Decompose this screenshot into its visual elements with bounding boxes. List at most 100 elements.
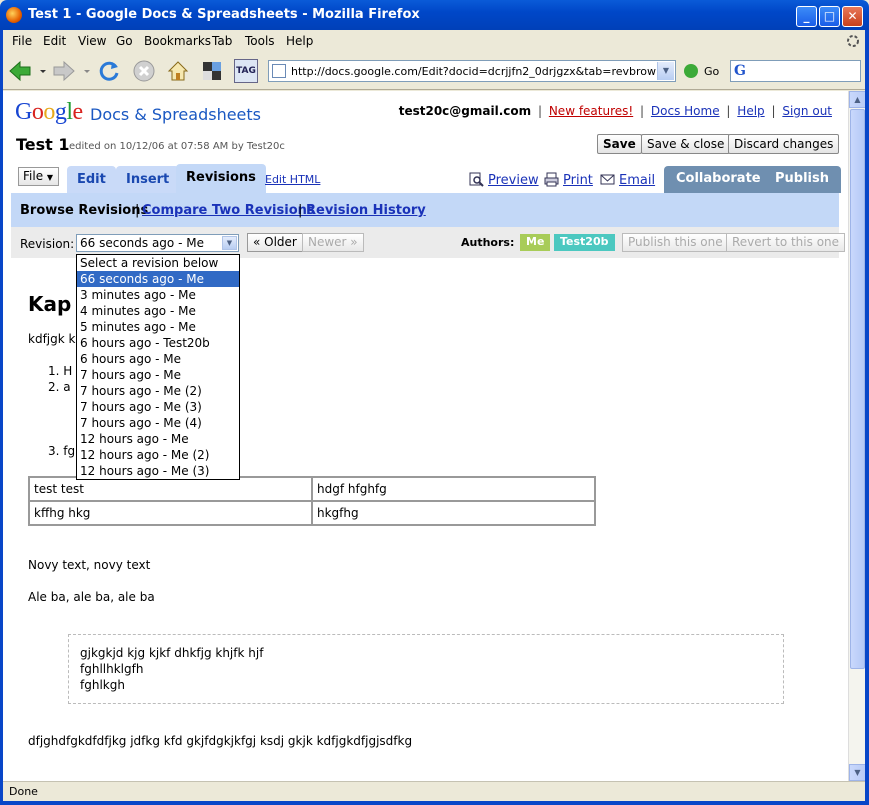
revision-option-selected[interactable]: 66 seconds ago - Me (77, 271, 239, 287)
search-bar[interactable]: G (730, 60, 861, 82)
revision-option[interactable]: 7 hours ago - Me (77, 367, 239, 383)
home-icon[interactable] (166, 59, 190, 83)
revision-history-link[interactable]: Revision History (306, 203, 426, 218)
chevron-down-icon: ▼ (46, 173, 54, 182)
google-search-icon: G (734, 63, 746, 79)
menu-bar: File Edit View Go Bookmarks Tab Tools He… (0, 30, 869, 52)
forward-arrow-icon[interactable] (52, 59, 76, 83)
print-link[interactable]: Print (544, 172, 593, 188)
maximize-button[interactable]: □ (819, 6, 840, 27)
revision-select-value: 66 seconds ago - Me (80, 236, 204, 250)
author-badge-me: Me (520, 234, 551, 251)
scroll-up-icon[interactable]: ▲ (849, 91, 866, 108)
revision-option[interactable]: 6 hours ago - Test20b (77, 335, 239, 351)
revision-label: Revision: (20, 237, 75, 251)
menu-tab[interactable]: Tab (212, 34, 232, 48)
tab-edit[interactable]: Edit (67, 166, 116, 193)
menu-tools[interactable]: Tools (245, 34, 275, 48)
revision-option[interactable]: Select a revision below (77, 255, 239, 271)
revision-option[interactable]: 12 hours ago - Me (3) (77, 463, 239, 479)
url-dropdown-icon[interactable]: ▼ (657, 62, 674, 80)
doc-paragraph: dfjghdfgkdfdfjkg jdfkg kfd gkjfdgkjkfgj … (28, 734, 413, 748)
edit-info: edited on 10/12/06 at 07:58 AM by Test20… (69, 141, 285, 152)
menu-help[interactable]: Help (286, 34, 313, 48)
older-button[interactable]: « Older (247, 233, 303, 252)
code-block: gjkgkjd kjg kjkf dhkfjg khjfk hjf fghllh… (68, 634, 784, 704)
envelope-icon (600, 174, 615, 185)
code-line: fghllhklgfh (80, 662, 144, 676)
help-link[interactable]: Help (737, 104, 764, 118)
collaborate-tab[interactable]: Collaborate (664, 166, 773, 193)
bookmarklet-icon[interactable] (200, 59, 224, 83)
firefox-icon (6, 7, 22, 23)
menu-go[interactable]: Go (116, 34, 133, 48)
menu-bookmarks[interactable]: Bookmarks (144, 34, 211, 48)
revision-option[interactable]: 3 minutes ago - Me (77, 287, 239, 303)
revision-option[interactable]: 12 hours ago - Me (77, 431, 239, 447)
revision-option[interactable]: 5 minutes ago - Me (77, 319, 239, 335)
new-features-link[interactable]: New features! (549, 104, 633, 118)
go-arrow-icon[interactable] (684, 64, 698, 78)
back-arrow-icon[interactable] (8, 59, 32, 83)
url-bar[interactable]: ▼ (268, 60, 676, 82)
tab-revisions[interactable]: Revisions (176, 164, 266, 193)
minimize-button[interactable]: _ (796, 6, 817, 27)
tag-icon[interactable]: TAG (234, 59, 258, 83)
menu-file[interactable]: File (12, 34, 32, 48)
scrollbar-thumb[interactable] (850, 109, 865, 669)
print-label: Print (563, 173, 593, 188)
back-dropdown-icon[interactable] (38, 59, 48, 83)
list-item: 1. H (48, 364, 73, 378)
preview-link[interactable]: Preview (469, 172, 539, 188)
revision-option[interactable]: 7 hours ago - Me (2) (77, 383, 239, 399)
preview-label: Preview (488, 173, 539, 188)
account-links: test20c@gmail.com | New features! | Docs… (398, 104, 832, 118)
save-button[interactable]: Save (597, 134, 642, 154)
publish-this-one-button[interactable]: Publish this one (622, 233, 729, 252)
doc-table: test test hdgf hfghfg kffhg hkg hkgfhg (28, 476, 596, 526)
code-line: gjkgkjd kjg kjkf dhkfjg khjfk hjf (80, 646, 264, 660)
revision-option[interactable]: 4 minutes ago - Me (77, 303, 239, 319)
chevron-down-icon[interactable]: ▼ (222, 236, 237, 250)
stop-icon[interactable] (132, 59, 156, 83)
document-title: Test 1 (16, 135, 70, 154)
save-close-button[interactable]: Save & close (641, 134, 731, 154)
file-menu-button[interactable]: File ▼ (18, 167, 59, 186)
revision-select[interactable]: 66 seconds ago - Me ▼ (76, 234, 239, 252)
newer-button[interactable]: Newer » (302, 233, 364, 252)
tab-insert[interactable]: Insert (116, 166, 180, 193)
table-cell: hkgfhg (311, 500, 596, 526)
table-cell: hdgf hfghfg (311, 476, 596, 502)
revision-option[interactable]: 7 hours ago - Me (4) (77, 415, 239, 431)
authors-label: Authors: (461, 236, 515, 249)
menu-view[interactable]: View (78, 34, 106, 48)
edit-html-link[interactable]: Edit HTML (265, 173, 320, 186)
sign-out-link[interactable]: Sign out (782, 104, 832, 118)
table-cell: kffhg hkg (28, 500, 313, 526)
window-border (0, 801, 869, 805)
revision-option[interactable]: 6 hours ago - Me (77, 351, 239, 367)
compare-revisions-link[interactable]: Compare Two Revisions (142, 203, 315, 218)
navigation-toolbar: TAG ▼ Go G (0, 52, 869, 90)
email-link[interactable]: Email (600, 173, 656, 188)
window-border (0, 30, 3, 805)
discard-changes-button[interactable]: Discard changes (728, 134, 840, 154)
forward-dropdown-icon[interactable] (82, 59, 92, 83)
docs-home-link[interactable]: Docs Home (651, 104, 720, 118)
revert-to-this-one-button[interactable]: Revert to this one (726, 233, 846, 252)
user-email: test20c@gmail.com (398, 104, 532, 118)
vertical-scrollbar[interactable]: ▲ ▼ (848, 91, 866, 781)
reload-icon[interactable] (97, 59, 121, 83)
close-window-button[interactable]: ✕ (842, 6, 863, 27)
menu-edit[interactable]: Edit (43, 34, 66, 48)
browse-revisions-label: Browse Revisions (20, 203, 149, 218)
email-label: Email (619, 173, 656, 188)
revision-option[interactable]: 7 hours ago - Me (3) (77, 399, 239, 415)
url-input[interactable] (291, 63, 656, 79)
window-titlebar: Test 1 - Google Docs & Spreadsheets - Mo… (0, 0, 869, 30)
revision-option[interactable]: 12 hours ago - Me (2) (77, 447, 239, 463)
go-button-label[interactable]: Go (704, 65, 719, 78)
table-cell: test test (28, 476, 313, 502)
publish-tab[interactable]: Publish (763, 166, 841, 193)
scroll-down-icon[interactable]: ▼ (849, 764, 866, 781)
